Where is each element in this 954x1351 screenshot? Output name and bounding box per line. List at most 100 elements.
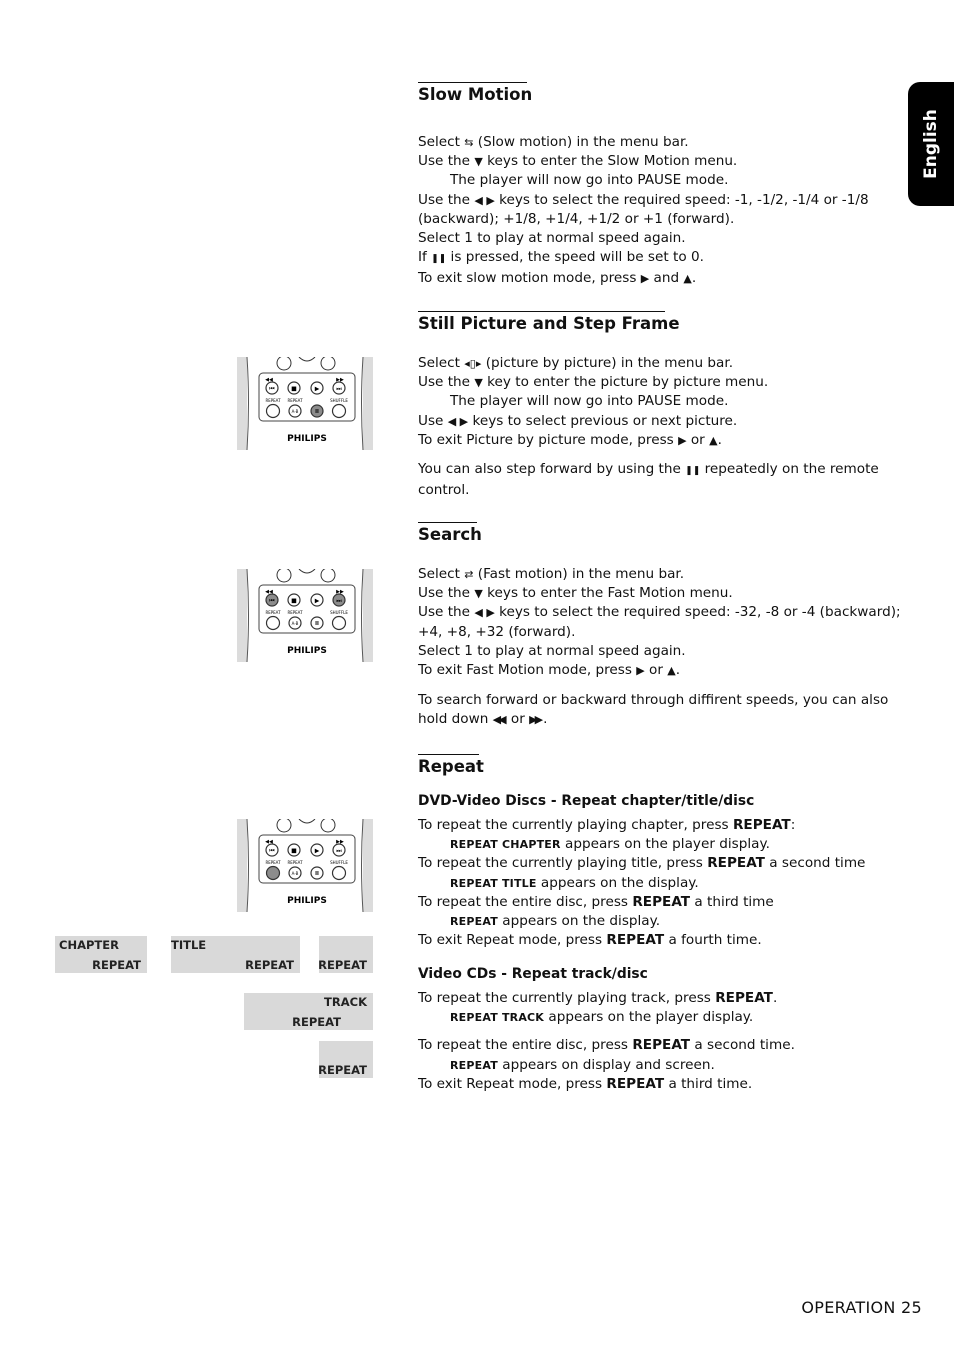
text: To exit Repeat mode, press [418,1075,607,1092]
text: appears on the player display. [544,1009,754,1026]
text: Use the [418,374,475,391]
display-message: REPEAT [450,1058,498,1072]
text: Select [418,134,465,150]
text: To exit Fast Motion mode, press [418,662,637,679]
fast-forward-icon: ▶▶ [529,713,543,727]
language-tab: English [908,82,954,206]
subtitle-button [276,355,292,371]
instruction-line: To repeat the currently playing chapter,… [418,816,908,835]
stop-glyph: ■ [291,848,297,855]
instruction-line: Use ◀ ▶ keys to select previous or next … [418,412,908,431]
instruction-line: To exit Picture by picture mode, press ▶… [418,431,908,450]
repeat-button [265,865,281,881]
down-arrow-icon: ▼ [474,376,483,390]
instruction-line: The player will now go into PAUSE mode. [418,392,908,411]
text: Select 1 to play at normal speed again. [418,230,686,247]
display-bottom-text: REPEAT [318,1063,367,1077]
instruction-line: REPEAT CHAPTER appears on the player dis… [418,835,908,854]
instruction-line: Select ⇄ (Fast motion) in the menu bar. [418,565,908,584]
text: Use the [418,153,475,170]
instruction-line: To exit Fast Motion mode, press ▶ or ▲. [418,661,908,680]
key-name: REPEAT [707,855,765,872]
prev-glyph: ⏮ [269,386,275,393]
display-repeat-vcd-disc: REPEAT [318,1041,373,1078]
display-bottom-text: REPEAT [318,958,367,972]
text: keys to select previous or next picture. [468,412,738,429]
left-right-arrows-icon: ◀ ▶ [474,606,495,620]
play-icon: ▶ [640,272,650,286]
instruction-line: REPEAT appears on the display. [418,912,908,931]
text: . [772,990,778,1006]
instruction-line: To repeat the currently playing title, p… [418,854,908,873]
remote-control-illustration: ◀◀ ▶▶⏮ ■ ▶ ⏭REPEAT REPEAT SHUFFLEA-B IIPHILIPS [237,355,373,451]
section-title-repeat: Repeat [418,757,484,776]
text: or [686,431,710,448]
instruction-line: To repeat the entire disc, press REPEAT … [418,1036,908,1055]
text: To exit slow motion mode, press [418,270,641,287]
display-repeat-track: TRACK REPEAT [244,993,373,1030]
ab-glyph: A-B [292,621,299,626]
text: Select 1 to play at normal speed again. [418,642,686,659]
key-name: REPEAT [715,990,773,1006]
instruction-line: The player will now go into PAUSE mode. [418,171,908,190]
instruction-line: Select 1 to play at normal speed again. [418,642,908,661]
next-glyph: ⏭ [336,386,342,393]
key-name: REPEAT [632,1037,691,1054]
text: appears on the display. [536,874,699,891]
section-title-slow-motion: Slow Motion [418,85,533,104]
instruction-line: If ❚❚ is pressed, the speed will be set … [418,248,908,269]
text: . [691,270,697,287]
remote-edge-left [237,357,247,450]
display-repeat-chapter: CHAPTER REPEAT [55,936,147,973]
play-glyph: ▶ [315,598,320,605]
text: The player will now go into PAUSE mode. [450,172,729,189]
remote-curve [298,818,316,824]
left-right-arrows-icon: ◀ ▶ [447,414,469,428]
brand-logo: PHILIPS [287,434,327,444]
instruction-line: You can also step forward by using the ❚… [418,460,908,500]
next-glyph: ⏭ [336,848,342,855]
key-name: REPEAT [632,893,691,910]
zoom-button [320,355,336,371]
ab-glyph: A-B [292,409,299,414]
instruction-line: To repeat the entire disc, press REPEAT … [418,893,908,912]
instruction-line: Select ⇆ (Slow motion) in the menu bar. [418,133,908,152]
rewind-icon: ◀◀ [492,713,507,727]
instruction-line: REPEAT TITLE appears on the display. [418,874,908,893]
key-name: REPEAT [732,817,791,833]
instruction-line: Use the ◀ ▶ keys to select the required … [418,191,908,229]
remote-control-illustration: ◀◀ ▶▶⏮ ■ ▶ ⏭REPEAT REPEAT SHUFFLEA-B IIPHILIPS [237,567,373,663]
text: To search forward or backward through di… [418,692,889,728]
key-name: REPEAT [606,932,665,949]
text: and [649,270,684,287]
text: appears on the player display. [560,836,770,853]
remote-figure: ◀◀ ▶▶ ⏮ ■ ▶ ⏭ REPEAT REPEAT SHUFFLE A-B II PHILIPS [237,817,373,913]
key-name: REPEAT [606,1075,665,1092]
remote-figure: ◀◀ ▶▶ ⏮ ■ ▶ ⏭ REPEAT REPEAT SHUFFLE A-B II PHILIPS [237,567,373,663]
remote-curve [298,568,316,574]
text: (Fast motion) in the menu bar. [473,566,685,582]
display-bottom-text: REPEAT [292,1015,341,1029]
instruction-line: REPEAT appears on display and screen. [418,1056,908,1075]
text: Select [418,566,465,582]
text: To repeat the currently playing track, p… [418,990,716,1006]
still-picture-note: You can also step forward by using the ❚… [418,460,908,500]
display-top-text: TRACK [324,995,367,1009]
pause-glyph: II [315,621,319,627]
remote-figure: ◀◀ ▶▶ ⏮ ■ ▶ ⏭ REPEAT REPEAT SHUFFLE A-B II PHILIPS [237,355,373,451]
stop-glyph: ■ [291,386,297,393]
text: . [675,662,681,679]
text: key to enter the picture by picture menu… [482,374,769,391]
text: The player will now go into PAUSE mode. [450,393,729,410]
text: : [790,817,796,833]
repeat-label: REPEAT [265,398,281,403]
ab-glyph: A-B [292,871,299,876]
up-arrow-icon: ▲ [683,272,692,286]
remote-edge-right [363,357,373,450]
subtitle-button [276,567,292,583]
display-bottom-text: REPEAT [245,958,294,972]
text: Use the [418,604,475,621]
text: To repeat the entire disc, press [418,893,633,910]
play-glyph: ▶ [315,386,320,393]
remote-curve [298,356,316,362]
